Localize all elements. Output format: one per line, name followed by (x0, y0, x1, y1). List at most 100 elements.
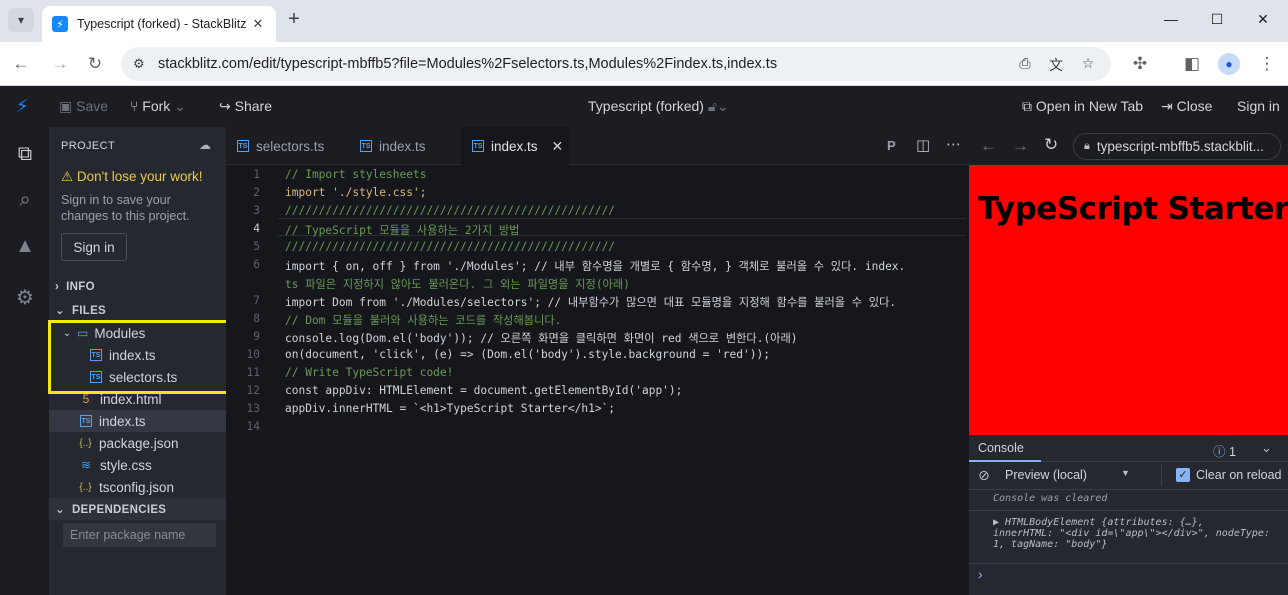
fork-icon: ⑂ (130, 98, 139, 114)
clear-on-reload-checkbox[interactable]: ✓ (1176, 468, 1190, 482)
new-tab-button[interactable]: + (284, 9, 304, 29)
preview-back-icon[interactable]: ← (980, 136, 997, 156)
clear-console-icon[interactable]: ⊘ (978, 467, 990, 484)
chevron-down-icon: ⌄ (55, 305, 65, 317)
html-file-icon: 5 (82, 392, 90, 406)
files-icon[interactable]: ⧉ (12, 143, 38, 169)
info-icon: ⓘ (1213, 445, 1226, 459)
console-panel: Console ⓘ 1 ⌄ ⊘ Preview (local) ▼ ✓ Clea… (969, 435, 1288, 595)
close-tab-icon[interactable]: ✕ (250, 16, 266, 32)
site-info-icon[interactable]: ⚙ (133, 56, 151, 72)
console-toolbar: ⊘ Preview (local) ▼ ✓ Clear on reload (969, 462, 1288, 490)
stackblitz-header: ⚡ ▣ Save ⑂ Fork ⌄ ↪ Share Typescript (fo… (0, 87, 1288, 127)
console-prompt[interactable]: › (978, 566, 983, 582)
code-editor[interactable]: 1 2 3 4 5 6 7 8 9 10 11 12 13 14 // Impo… (226, 165, 969, 595)
browser-tab-title: Typescript (forked) - StackBlitz (77, 17, 247, 31)
forward-button[interactable]: → (48, 52, 72, 76)
file-tsconfig-json[interactable]: {..} tsconfig.json (49, 476, 226, 498)
split-editor-icon[interactable]: ◫ (916, 136, 930, 154)
code-line: ////////////////////////////////////////… (285, 204, 616, 217)
tab-index-ts-active[interactable]: TS index.ts ✕ (461, 127, 569, 165)
chevron-down-icon: ⌄ (716, 98, 729, 114)
minimize-window-button[interactable]: — (1148, 0, 1194, 38)
tab-selectors-ts[interactable]: TS selectors.ts (226, 127, 346, 165)
code-line: // Import stylesheets (285, 168, 427, 181)
dependencies-section-toggle[interactable]: ⌄ DEPENDENCIES (55, 502, 166, 516)
dropdown-arrow-icon[interactable]: ▼ (1121, 468, 1130, 478)
code-line: // Dom 모듈을 불러와 사용하는 코드를 작성해봅니다. (285, 314, 562, 327)
more-options-icon[interactable]: ⋯ (946, 135, 961, 153)
context-select[interactable]: Preview (local) (1005, 468, 1087, 482)
bookmark-star-icon[interactable]: ☆ (1078, 55, 1098, 73)
address-bar[interactable]: ⚙ stackblitz.com/edit/typescript-mbffb5?… (121, 47, 1111, 81)
code-line: appDiv.innerHTML = `<h1>TypeScript Start… (285, 402, 616, 415)
preview-url-bar[interactable]: 🔒︎ typescript-mbffb5.stackblit... (1073, 133, 1281, 160)
code-line: on(document, 'click', (e) => (Dom.el('bo… (285, 348, 770, 361)
file-package-json[interactable]: {..} package.json (49, 432, 226, 454)
profile-avatar[interactable]: ● (1218, 53, 1240, 75)
lock-icon: 🔒︎ (1084, 140, 1090, 152)
sign-in-button[interactable]: Sign in (61, 233, 127, 261)
line-number: 13 (246, 402, 260, 415)
translate-icon[interactable]: 文 (1046, 55, 1066, 73)
extensions-icon[interactable]: ✣ (1128, 52, 1152, 76)
code-line: // Write TypeScript code! (285, 366, 454, 379)
browser-tab-strip: ▾ ⚡ Typescript (forked) - StackBlitz ✕ +… (0, 0, 1288, 42)
address-url[interactable]: stackblitz.com/edit/typescript-mbffb5?fi… (158, 56, 777, 72)
tab-console[interactable]: Console (969, 435, 1041, 462)
console-tab-bar: Console ⓘ 1 ⌄ (969, 435, 1288, 462)
search-icon[interactable]: ⌕ (12, 189, 38, 215)
close-tab-icon[interactable]: ✕ (552, 138, 564, 155)
browser-tab[interactable]: ⚡ Typescript (forked) - StackBlitz ✕ (42, 6, 276, 42)
new-tab-icon: ⧉ (1022, 98, 1032, 114)
install-app-icon[interactable]: ⎙ (1015, 55, 1035, 73)
tab-modules-index-ts[interactable]: TS index.ts (349, 127, 461, 165)
line-number: 5 (253, 240, 260, 253)
close-button[interactable]: ⇥ Close (1161, 98, 1212, 115)
line-number: 1 (253, 168, 260, 181)
share-button[interactable]: ↪ Share (219, 98, 272, 115)
line-number: 2 (253, 186, 260, 199)
line-number: 8 (253, 312, 260, 325)
console-cleared-message: Console was cleared (993, 493, 1108, 504)
console-log-entry[interactable]: ▶ HTMLBodyElement {attributes: {…}, inne… (993, 517, 1285, 550)
fork-button[interactable]: ⑂ Fork ⌄ (130, 98, 186, 115)
open-in-new-tab-button[interactable]: ⧉ Open in New Tab (1022, 98, 1143, 115)
code-line: ////////////////////////////////////////… (285, 240, 616, 253)
package-name-input[interactable]: Enter package name (63, 523, 216, 547)
issues-count[interactable]: ⓘ 1 (1213, 441, 1236, 460)
sign-in-link[interactable]: Sign in (1237, 98, 1280, 114)
stackblitz-logo-icon[interactable]: ⚡ (16, 96, 29, 117)
prettier-icon[interactable]: P (887, 138, 896, 153)
side-panel-icon[interactable]: ◧ (1180, 52, 1204, 76)
preview-reload-icon[interactable]: ↻ (1044, 135, 1058, 155)
chevron-down-icon: ⌄ (55, 504, 65, 516)
info-section-toggle[interactable]: › INFO (55, 281, 95, 293)
tab-search-button[interactable]: ▾ (8, 8, 34, 32)
back-button[interactable]: ← (9, 52, 33, 76)
line-number: 11 (246, 366, 260, 379)
line-number: 10 (246, 348, 260, 361)
yellow-highlight-box (48, 320, 229, 394)
maximize-window-button[interactable]: ☐ (1194, 0, 1240, 38)
settings-gear-icon[interactable]: ⚙ (12, 285, 38, 311)
code-line: import './style.css'; (285, 186, 427, 199)
json-file-icon: {..} (79, 481, 92, 493)
chrome-menu-icon[interactable]: ⋮ (1255, 52, 1279, 76)
file-index-ts[interactable]: TS index.ts (49, 410, 226, 432)
warning-description: Sign in to save your changes to this pro… (61, 193, 190, 223)
chevron-down-icon: ⌄ (174, 98, 186, 114)
save-button[interactable]: ▣ Save (59, 98, 108, 115)
chevron-right-icon: › (55, 281, 60, 293)
project-title[interactable]: Typescript (forked) 🔓︎⌄ (588, 98, 729, 115)
preview-forward-icon[interactable]: → (1012, 136, 1029, 156)
preview-frame[interactable]: TypeScript Starter (969, 165, 1288, 435)
warning-icon: ⚠ (61, 169, 74, 184)
firebase-icon[interactable]: ▲ (12, 235, 38, 261)
chevron-down-icon[interactable]: ⌄ (1261, 440, 1272, 456)
file-style-css[interactable]: ≋ style.css (49, 454, 226, 476)
reload-button[interactable]: ↻ (83, 52, 107, 76)
files-section-toggle[interactable]: ⌄ FILES (55, 303, 106, 317)
close-window-button[interactable]: ✕ (1240, 0, 1286, 38)
download-cloud-icon[interactable]: ☁ (199, 138, 211, 152)
